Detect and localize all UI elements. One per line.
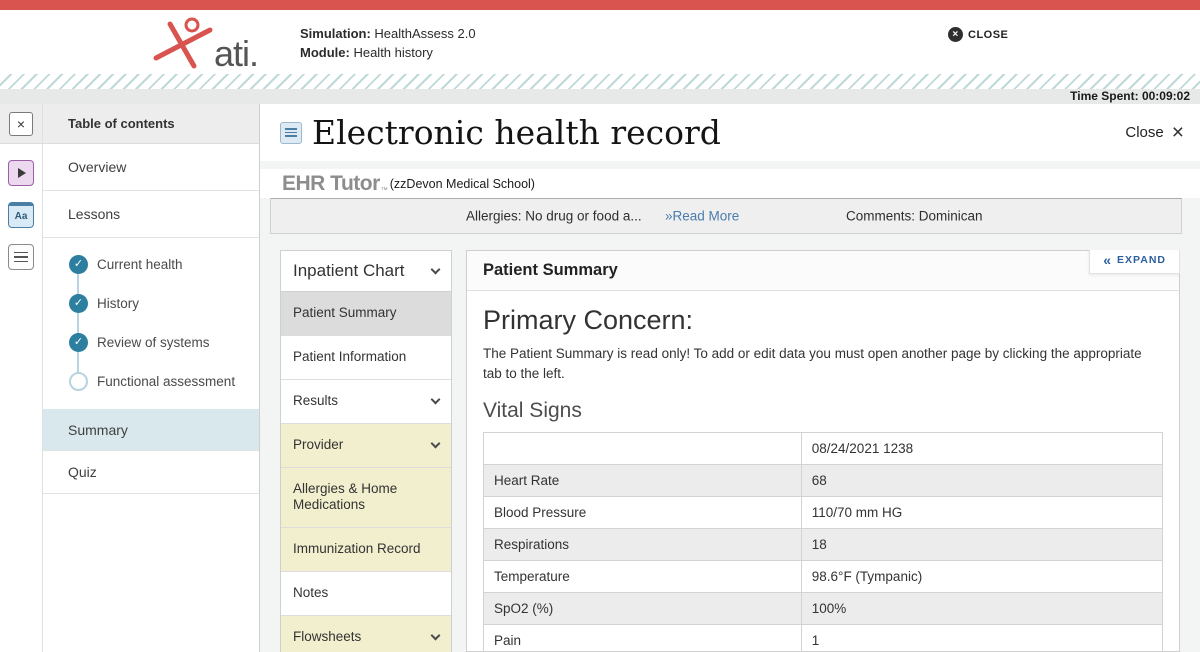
menu-item-provider[interactable]: Provider [281, 424, 451, 468]
menu-item-patient-information[interactable]: Patient Information [281, 336, 451, 380]
chevron-down-icon [431, 438, 441, 448]
menu-item-patient-summary[interactable]: Patient Summary [281, 292, 451, 336]
table-row: SpO2 (%) 100% [484, 592, 1163, 624]
menu-item-notes[interactable]: Notes [281, 572, 451, 616]
menu-item-allergies-home-medications[interactable]: Allergies & Home Medications [281, 468, 451, 529]
table-header-row: 08/24/2021 1238 [484, 432, 1163, 464]
time-spent-value: 00:09:02 [1142, 89, 1190, 103]
rail-header: × [0, 104, 42, 144]
menu-item-results[interactable]: Results [281, 380, 451, 424]
toc-item-overview[interactable]: Overview [43, 144, 259, 191]
vital-signs-heading: Vital Signs [483, 399, 1163, 423]
date-header-cell: 08/24/2021 1238 [801, 432, 1162, 464]
toc-step-functional-assessment[interactable]: Functional assessment [43, 362, 259, 401]
chevron-down-icon [431, 264, 441, 274]
toc-step-history[interactable]: History [43, 284, 259, 323]
content-area: Electronic health record Close × EHR Tut… [260, 104, 1200, 652]
table-row: Respirations 18 [484, 528, 1163, 560]
play-triangle-icon [18, 168, 26, 178]
check-circle-icon [69, 294, 88, 313]
panel-title: Patient Summary [467, 251, 1179, 291]
time-spent-label: Time Spent: [1070, 89, 1138, 103]
ati-wordmark: ati. [214, 36, 258, 72]
vital-signs-table: 08/24/2021 1238 Heart Rate 68 Blood Pres… [483, 432, 1163, 652]
chevron-down-icon [431, 394, 441, 404]
check-circle-icon [69, 255, 88, 274]
check-circle-icon [69, 333, 88, 352]
app-header: ati. Simulation: HealthAssess 2.0 Module… [0, 10, 1200, 74]
ati-logo: ati. [148, 16, 258, 72]
module-label: Module: [300, 45, 350, 60]
table-row: Blood Pressure 110/70 mm HG [484, 496, 1163, 528]
ehr-list-icon [280, 122, 302, 144]
table-row: Temperature 98.6°F (Tympanic) [484, 560, 1163, 592]
brand-top-bar [0, 0, 1200, 10]
chart-menu-title: Inpatient Chart [293, 261, 405, 281]
table-row: Heart Rate 68 [484, 464, 1163, 496]
screen: ati. Simulation: HealthAssess 2.0 Module… [0, 0, 1200, 652]
close-simulation-label: CLOSE [968, 29, 1008, 41]
primary-concern-heading: Primary Concern: [483, 305, 1163, 336]
ehr-frame: EHR Tutor ™ (zzDevon Medical School) All… [260, 161, 1200, 652]
toc-title: Table of contents [43, 104, 259, 144]
comments-text: Comments: Dominican [846, 209, 983, 224]
simulation-info: Simulation: HealthAssess 2.0 Module: Hea… [300, 24, 476, 62]
toc-step-review-of-systems[interactable]: Review of systems [43, 323, 259, 362]
ehr-brand-bar: EHR Tutor ™ (zzDevon Medical School) [260, 169, 1200, 198]
panels-row: Inpatient Chart Patient Summary Patient … [280, 250, 1180, 652]
overview-play-icon[interactable] [8, 160, 34, 186]
close-ehr-label: Close [1125, 124, 1163, 141]
time-spent-bar: Time Spent: 00:09:02 [0, 89, 1200, 104]
content-titlebar: Electronic health record Close × [260, 104, 1200, 161]
module-value: Health history [353, 45, 432, 60]
panel-body: Primary Concern: The Patient Summary is … [467, 291, 1179, 652]
close-circle-icon: × [948, 27, 963, 42]
chart-menu-header[interactable]: Inpatient Chart [281, 251, 451, 292]
empty-circle-icon [69, 372, 88, 391]
outline-list-icon[interactable] [8, 244, 34, 270]
table-of-contents: Table of contents Overview Lessons Curre… [43, 104, 260, 652]
toc-step-current-health[interactable]: Current health [43, 245, 259, 284]
close-x-icon: × [1172, 122, 1184, 143]
patient-summary-panel: « EXPAND Patient Summary Primary Concern… [466, 250, 1180, 652]
toc-item-lessons[interactable]: Lessons [43, 191, 259, 238]
chart-menu: Inpatient Chart Patient Summary Patient … [280, 250, 452, 652]
table-row: Pain 1 [484, 624, 1163, 652]
menu-item-flowsheets[interactable]: Flowsheets [281, 616, 451, 652]
read-more-link[interactable]: »Read More [665, 209, 739, 224]
chevron-down-icon [431, 630, 441, 640]
empty-header-cell [484, 432, 802, 464]
simulation-value: HealthAssess 2.0 [374, 26, 475, 41]
simulation-label: Simulation: [300, 26, 371, 41]
ehr-tutor-logo: EHR Tutor [282, 172, 380, 196]
double-chevron-left-icon: « [1103, 255, 1111, 265]
close-ehr-button[interactable]: Close × [1125, 122, 1184, 143]
stripe-divider [0, 74, 1200, 89]
expand-button[interactable]: « EXPAND [1089, 250, 1180, 274]
page-title: Electronic health record [312, 113, 1115, 152]
lessons-aa-icon[interactable]: Aa [8, 202, 34, 228]
expand-label: EXPAND [1117, 254, 1166, 266]
allergies-summary: Allergies: No drug or food a... [466, 209, 642, 224]
ehr-school-name: (zzDevon Medical School) [390, 177, 535, 191]
collapse-toc-button[interactable]: × [9, 112, 33, 136]
menu-item-immunization-record[interactable]: Immunization Record [281, 528, 451, 572]
toc-item-summary[interactable]: Summary [43, 409, 259, 451]
read-only-note: The Patient Summary is read only! To add… [483, 344, 1163, 385]
patient-banner: Allergies: No drug or food a... »Read Mo… [270, 198, 1182, 234]
tool-rail: × Aa [0, 104, 43, 652]
trademark-mark: ™ [381, 187, 388, 194]
toc-item-quiz[interactable]: Quiz [43, 451, 259, 494]
lesson-steps: Current health History Review of systems… [43, 238, 259, 409]
close-simulation-button[interactable]: × CLOSE [948, 27, 1008, 42]
